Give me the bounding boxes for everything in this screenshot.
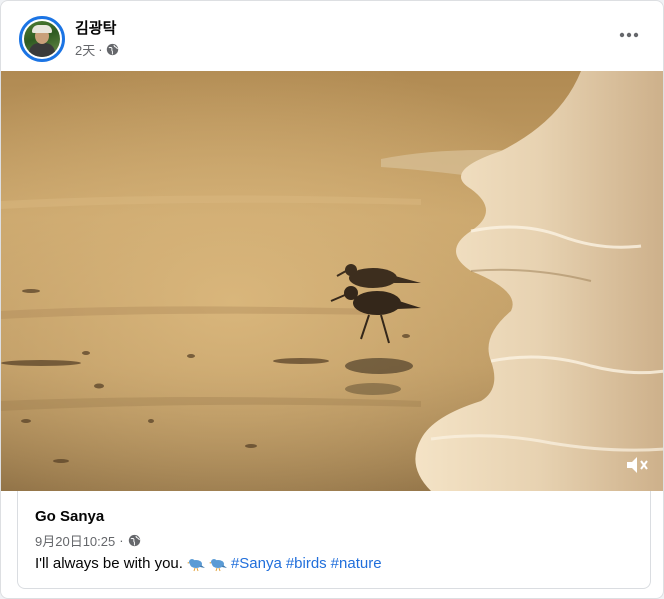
caption-date[interactable]: 9月20日10:25	[35, 531, 115, 550]
video-frame	[1, 71, 663, 491]
post-meta: 2天 ·	[75, 40, 119, 59]
more-horizontal-icon	[619, 32, 639, 38]
author-name[interactable]: 김광탁	[75, 17, 116, 38]
post-header: 김광탁 2天 ·	[1, 1, 663, 71]
caption-text: I'll always be with you. #Sanya #birds #…	[35, 555, 382, 572]
bird-emoji-icon	[208, 558, 227, 571]
more-options-button[interactable]	[617, 23, 641, 47]
hashtag-sanya[interactable]: #Sanya	[231, 555, 282, 572]
avatar-image	[24, 21, 60, 57]
caption-title[interactable]: Go Sanya	[35, 508, 104, 525]
speaker-muted-icon	[627, 457, 648, 473]
hashtag-nature[interactable]: #nature	[331, 555, 382, 572]
post-card: 김광탁 2天 · Go Sanya 9月20日10:25 · I'll alwa…	[0, 0, 664, 599]
globe-icon[interactable]	[106, 43, 119, 56]
caption-meta: 9月20日10:25 ·	[35, 531, 141, 550]
video-player[interactable]	[1, 71, 663, 491]
caption-card: Go Sanya 9月20日10:25 · I'll always be wit…	[17, 491, 651, 589]
hashtag-birds[interactable]: #birds	[286, 555, 327, 572]
mute-button[interactable]	[623, 451, 651, 479]
globe-icon[interactable]	[128, 534, 141, 547]
caption-separator: ·	[119, 533, 124, 548]
bird-emoji-icon	[186, 558, 205, 571]
caption-message: I'll always be with you.	[35, 555, 183, 572]
meta-separator: ·	[98, 42, 103, 57]
post-time[interactable]: 2天	[75, 40, 95, 59]
avatar[interactable]	[19, 16, 65, 62]
